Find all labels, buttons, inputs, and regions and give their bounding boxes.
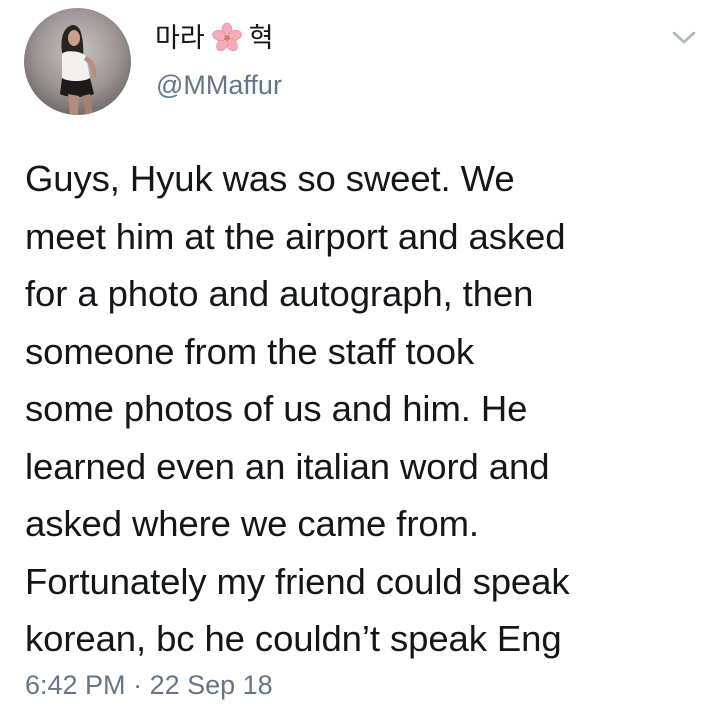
tweet-text-line: learned even an italian word and — [25, 445, 550, 487]
chevron-down-icon[interactable] — [671, 29, 697, 47]
user-handle[interactable]: @MMaffur — [156, 72, 282, 99]
tweet-time: 6:42 PM — [25, 670, 126, 700]
tweet-timestamp[interactable]: 6:42 PM · 22 Sep 18 — [25, 672, 273, 699]
tweet-card: 마라 혁 @MMaffur Guys, Hyuk was so sweet. W… — [0, 0, 719, 720]
tweet-text-line: some photos of us and him. He — [25, 388, 528, 429]
display-name-prefix: 마라 — [155, 22, 205, 54]
cherry-blossom-icon — [211, 22, 243, 54]
tweet-text: Guys, Hyuk was so sweet. We meet him at … — [25, 150, 705, 668]
tweet-date: 22 Sep 18 — [149, 670, 273, 700]
avatar-photo — [24, 8, 131, 115]
tweet-text-line: asked where we came from. — [25, 503, 479, 544]
tweet-text-line: Fortunately my friend could speak — [25, 560, 570, 602]
tweet-text-line: someone from the staff took — [25, 330, 475, 372]
display-name-suffix: 혁 — [248, 22, 274, 54]
tweet-text-line: korean, bc he couldn’t speak Eng — [25, 618, 562, 659]
tweet-text-line: for a photo and autograph, then — [25, 273, 534, 314]
timestamp-separator: · — [133, 670, 143, 700]
tweet-text-line: meet him at the airport and asked — [25, 215, 566, 257]
avatar[interactable] — [24, 8, 131, 115]
display-name[interactable]: 마라 혁 — [155, 22, 274, 54]
tweet-text-line: Guys, Hyuk was so sweet. We — [25, 158, 515, 199]
